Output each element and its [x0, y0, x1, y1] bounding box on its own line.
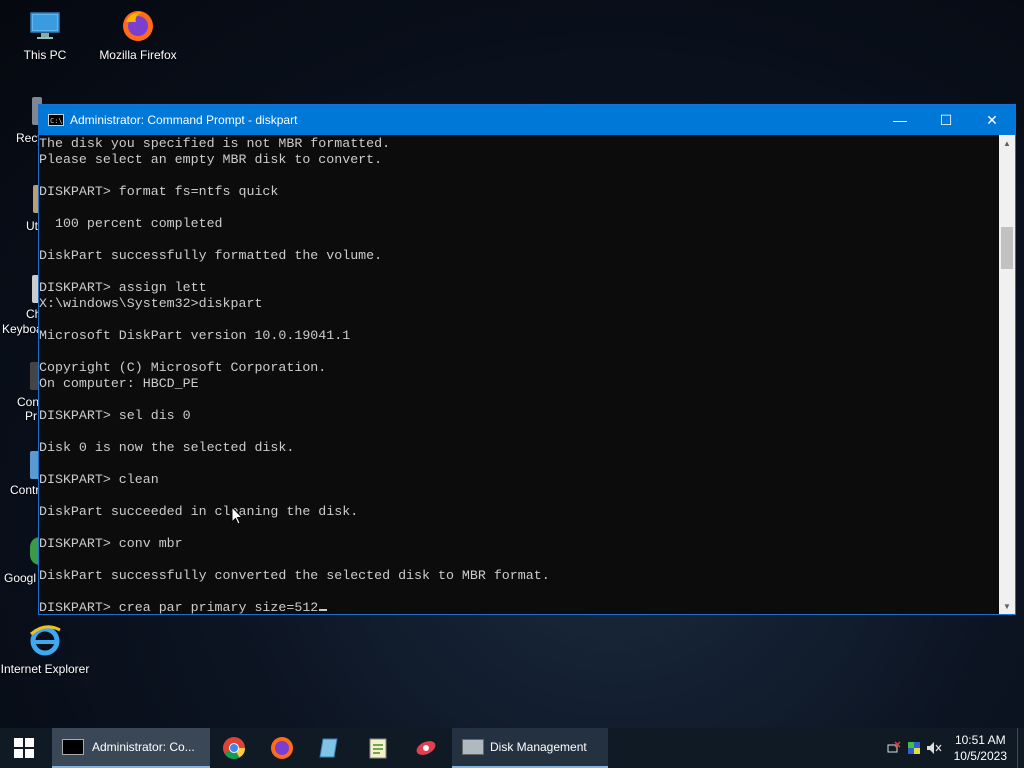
console-line: Copyright (C) Microsoft Corporation. — [39, 360, 327, 375]
taskbar-pin-chrome[interactable] — [210, 728, 258, 768]
taskbar-item-disk-management[interactable]: Disk Management — [452, 728, 608, 768]
firefox-icon — [120, 8, 156, 44]
desktop-icon-label: Mozilla Firefox — [99, 48, 177, 62]
desktop-icon-label: This PC — [23, 48, 67, 62]
maximize-button[interactable]: ☐ — [923, 105, 969, 135]
tool-icon — [416, 741, 436, 755]
desktop-icon-firefox[interactable]: Mozilla Firefox — [93, 8, 183, 62]
console-line: DISKPART> conv mbr — [39, 536, 183, 551]
desktop-icon-label: Internet Explorer — [0, 662, 90, 676]
desktop-icon-label-partial: Contr — [10, 483, 40, 497]
console-line: DISKPART> sel dis 0 — [39, 408, 191, 423]
console-line: Microsoft DiskPart version 10.0.19041.1 — [39, 328, 351, 343]
console-line: DISKPART> assign lett — [39, 280, 207, 295]
notepad-plus-icon — [369, 738, 387, 759]
taskbar: Administrator: Co... Disk Management 10:… — [0, 728, 1024, 768]
scroll-up-icon[interactable]: ▲ — [999, 135, 1015, 151]
taskbar-item-label: Disk Management — [490, 740, 587, 754]
desktop-icon-label-partial: Googl — [4, 571, 37, 585]
internet-explorer-icon — [27, 622, 63, 658]
command-prompt-window[interactable]: C:\ Administrator: Command Prompt - disk… — [38, 104, 1016, 615]
console-line: DiskPart successfully converted the sele… — [39, 568, 550, 583]
desktop-icon-label-partial: Pr — [25, 409, 37, 423]
firefox-icon — [271, 737, 293, 759]
display-icon[interactable] — [904, 728, 924, 768]
system-tray: 10:51 AM 10/5/2023 — [884, 728, 1024, 768]
desktop-icon-internet-explorer[interactable]: Internet Explorer — [0, 622, 90, 676]
disk-management-icon — [462, 739, 484, 755]
windows-logo-icon — [14, 738, 34, 758]
start-button[interactable] — [0, 728, 48, 768]
console-line: DISKPART> crea par primary size=512 — [39, 600, 999, 614]
minimize-button[interactable]: — — [877, 105, 923, 135]
window-title: Administrator: Command Prompt - diskpart — [70, 113, 298, 127]
taskbar-pin-notepad-plus[interactable] — [354, 728, 402, 768]
taskbar-item-label: Administrator: Co... — [92, 740, 195, 754]
notepad-icon — [319, 738, 338, 758]
chrome-icon — [223, 737, 245, 759]
console-line: DISKPART> clean — [39, 472, 159, 487]
window-titlebar[interactable]: C:\ Administrator: Command Prompt - disk… — [39, 105, 1015, 135]
console-line: Disk 0 is now the selected disk. — [39, 440, 295, 455]
taskbar-pin-tool[interactable] — [402, 728, 450, 768]
show-desktop-button[interactable] — [1017, 728, 1024, 768]
console-line: On computer: HBCD_PE — [39, 376, 199, 391]
mouse-pointer-icon — [231, 506, 243, 525]
cmd-icon: C:\ — [48, 114, 64, 126]
close-button[interactable]: ✕ — [969, 105, 1015, 135]
cmd-icon — [62, 739, 84, 755]
taskbar-item-command-prompt[interactable]: Administrator: Co... — [52, 728, 210, 768]
vertical-scrollbar[interactable]: ▲ ▼ — [999, 135, 1015, 614]
this-pc-icon — [27, 8, 63, 44]
console-line: Please select an empty MBR disk to conve… — [39, 152, 383, 167]
taskbar-pin-firefox[interactable] — [258, 728, 306, 768]
clock-time: 10:51 AM — [954, 733, 1006, 747]
console-line: The disk you specified is not MBR format… — [39, 136, 391, 151]
clock[interactable]: 10:51 AM 10/5/2023 — [944, 732, 1017, 764]
volume-muted-icon[interactable] — [924, 728, 944, 768]
console-output[interactable]: The disk you specified is not MBR format… — [39, 135, 999, 614]
scrollbar-thumb[interactable] — [1001, 227, 1013, 269]
console-line: X:\windows\System32>diskpart — [39, 296, 263, 311]
text-cursor — [319, 609, 328, 611]
console-line: DiskPart successfully formatted the volu… — [39, 248, 383, 263]
clock-date: 10/5/2023 — [953, 749, 1007, 763]
console-line: DiskPart succeeded in cleaning the disk. — [39, 504, 359, 519]
taskbar-pin-notepad[interactable] — [306, 728, 354, 768]
desktop-icon-label-partial: Keyboa — [2, 322, 43, 336]
desktop-icon-label-partial: Con — [17, 395, 40, 409]
network-icon[interactable] — [884, 728, 904, 768]
console-line: DISKPART> format fs=ntfs quick — [39, 184, 279, 199]
desktop-icon-this-pc[interactable]: This PC — [0, 8, 90, 62]
scroll-down-icon[interactable]: ▼ — [999, 598, 1015, 614]
console-line: 100 percent completed — [39, 216, 223, 231]
